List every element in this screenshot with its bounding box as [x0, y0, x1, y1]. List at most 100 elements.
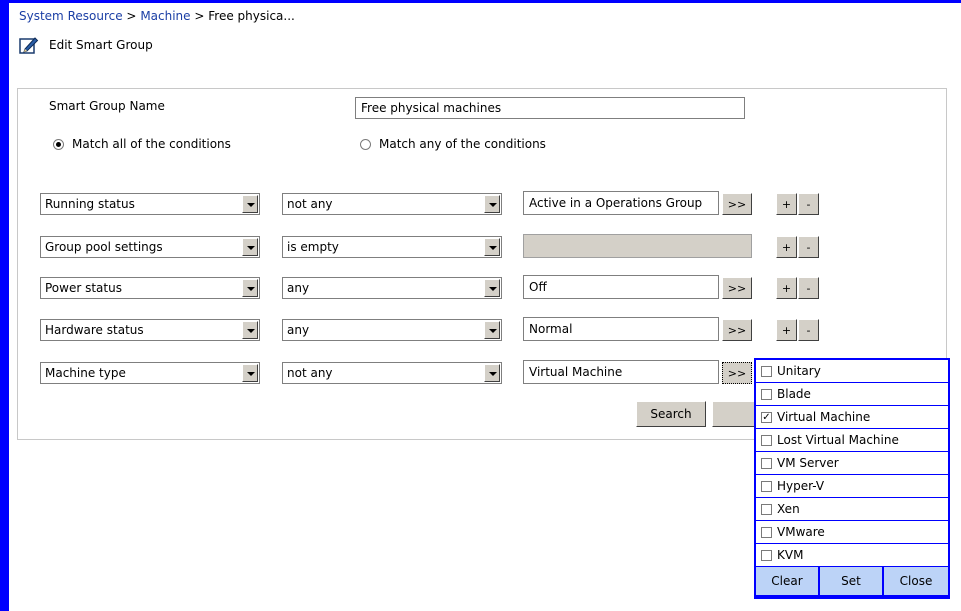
breadcrumb: System Resource > Machine > Free physica…	[19, 9, 295, 23]
match-any-radio[interactable]: Match any of the conditions	[360, 137, 546, 151]
condition-operator-value: any	[287, 323, 310, 337]
checkbox-unchecked[interactable]	[761, 365, 772, 377]
option-label: VM Server	[777, 456, 839, 470]
add-condition-button[interactable]: +	[776, 236, 797, 258]
search-button[interactable]: Search	[636, 401, 706, 427]
condition-operator-value: any	[287, 281, 310, 295]
condition-value-field[interactable]: Off	[523, 275, 719, 299]
dropdown-arrow-icon[interactable]	[242, 279, 258, 297]
condition-field-select[interactable]: Running status	[40, 193, 260, 215]
condition-operator-select[interactable]: any	[282, 319, 502, 341]
option-label: Hyper-V	[777, 479, 825, 493]
remove-condition-button[interactable]: -	[798, 193, 819, 215]
condition-field-value: Power status	[45, 281, 122, 295]
condition-operator-select[interactable]: is empty	[282, 236, 502, 258]
condition-field-value: Hardware status	[45, 323, 144, 337]
option-label: Lost Virtual Machine	[777, 433, 899, 447]
dropdown-arrow-icon[interactable]	[242, 364, 258, 382]
option-label: Xen	[777, 502, 800, 516]
checkbox-unchecked[interactable]	[761, 480, 772, 492]
match-all-radio[interactable]: Match all of the conditions	[53, 137, 231, 151]
window-left-border	[0, 0, 9, 611]
breadcrumb-current: Free physica...	[208, 9, 295, 23]
add-condition-button[interactable]: +	[776, 193, 797, 215]
popup-option-virtual-machine[interactable]: ✓ Virtual Machine	[756, 406, 948, 428]
popup-option-vm-server[interactable]: VM Server	[756, 452, 948, 474]
condition-field-value: Running status	[45, 197, 135, 211]
checkbox-unchecked[interactable]	[761, 526, 772, 538]
option-label: Virtual Machine	[777, 410, 871, 424]
checkbox-unchecked[interactable]	[761, 434, 772, 446]
remove-condition-button[interactable]: -	[798, 319, 819, 341]
condition-value-field[interactable]: Active in a Operations Group	[523, 191, 719, 215]
popup-option-xen[interactable]: Xen	[756, 498, 948, 520]
breadcrumb-separator: >	[194, 9, 205, 23]
match-all-label: Match all of the conditions	[72, 137, 231, 151]
popup-close-button[interactable]: Close	[884, 567, 948, 595]
condition-value-field[interactable]: Virtual Machine	[523, 360, 719, 384]
condition-operator-value: is empty	[287, 240, 339, 254]
condition-value-field[interactable]: Normal	[523, 317, 719, 341]
popup-set-button[interactable]: Set	[820, 567, 882, 595]
popup-option-unitary[interactable]: Unitary	[756, 360, 948, 382]
condition-field-select[interactable]: Power status	[40, 277, 260, 299]
machine-type-popup: Unitary Blade ✓ Virtual Machine Lost Vir…	[754, 358, 950, 599]
radio-selected-indicator	[53, 138, 64, 150]
add-condition-button[interactable]: +	[776, 319, 797, 341]
page-title: Edit Smart Group	[49, 38, 153, 52]
condition-field-select[interactable]: Group pool settings	[40, 236, 260, 258]
dropdown-arrow-icon[interactable]	[484, 364, 500, 382]
edit-pencil-icon	[19, 37, 39, 54]
condition-operator-value: not any	[287, 366, 333, 380]
dropdown-arrow-icon[interactable]	[242, 321, 258, 339]
condition-field-select[interactable]: Hardware status	[40, 319, 260, 341]
popup-option-vmware[interactable]: VMware	[756, 521, 948, 543]
checkbox-checked[interactable]: ✓	[761, 411, 772, 423]
hidden-button-behind-popup	[712, 401, 754, 427]
condition-field-value: Group pool settings	[45, 240, 163, 254]
value-picker-button[interactable]: >>	[722, 319, 752, 341]
popup-option-lost-virtual-machine[interactable]: Lost Virtual Machine	[756, 429, 948, 451]
condition-operator-select[interactable]: any	[282, 277, 502, 299]
option-label: VMware	[777, 525, 825, 539]
option-label: Unitary	[777, 364, 821, 378]
value-picker-button[interactable]: >>	[722, 277, 752, 299]
dropdown-arrow-icon[interactable]	[484, 321, 500, 339]
popup-clear-button[interactable]: Clear	[756, 567, 818, 595]
smart-group-name-label: Smart Group Name	[49, 99, 165, 113]
match-any-label: Match any of the conditions	[379, 137, 546, 151]
breadcrumb-system-resource[interactable]: System Resource	[19, 9, 123, 23]
popup-option-hyper-v[interactable]: Hyper-V	[756, 475, 948, 497]
checkbox-unchecked[interactable]	[761, 503, 772, 515]
remove-condition-button[interactable]: -	[798, 277, 819, 299]
checkbox-unchecked[interactable]	[761, 549, 772, 561]
add-condition-button[interactable]: +	[776, 277, 797, 299]
value-picker-button[interactable]: >>	[722, 193, 752, 215]
option-label: Blade	[777, 387, 811, 401]
condition-field-value: Machine type	[45, 366, 126, 380]
dropdown-arrow-icon[interactable]	[484, 195, 500, 213]
condition-field-select[interactable]: Machine type	[40, 362, 260, 384]
dropdown-arrow-icon[interactable]	[242, 195, 258, 213]
checkbox-unchecked[interactable]	[761, 388, 772, 400]
checkbox-unchecked[interactable]	[761, 457, 772, 469]
popup-option-blade[interactable]: Blade	[756, 383, 948, 405]
value-picker-button-active[interactable]: >>	[722, 362, 752, 384]
smart-group-name-input[interactable]	[355, 97, 745, 119]
popup-option-kvm[interactable]: KVM	[756, 544, 948, 566]
option-label: KVM	[777, 548, 804, 562]
dropdown-arrow-icon[interactable]	[484, 238, 500, 256]
condition-operator-select[interactable]: not any	[282, 193, 502, 215]
breadcrumb-separator: >	[126, 9, 137, 23]
dropdown-arrow-icon[interactable]	[484, 279, 500, 297]
page-header: Edit Smart Group	[19, 34, 153, 56]
condition-value-field-disabled	[523, 234, 752, 258]
breadcrumb-machine[interactable]: Machine	[140, 9, 190, 23]
condition-operator-select[interactable]: not any	[282, 362, 502, 384]
window-top-border	[0, 0, 961, 3]
condition-operator-value: not any	[287, 197, 333, 211]
remove-condition-button[interactable]: -	[798, 236, 819, 258]
dropdown-arrow-icon[interactable]	[242, 238, 258, 256]
radio-unselected-indicator	[360, 138, 371, 150]
popup-actions: Clear Set Close	[756, 567, 948, 595]
